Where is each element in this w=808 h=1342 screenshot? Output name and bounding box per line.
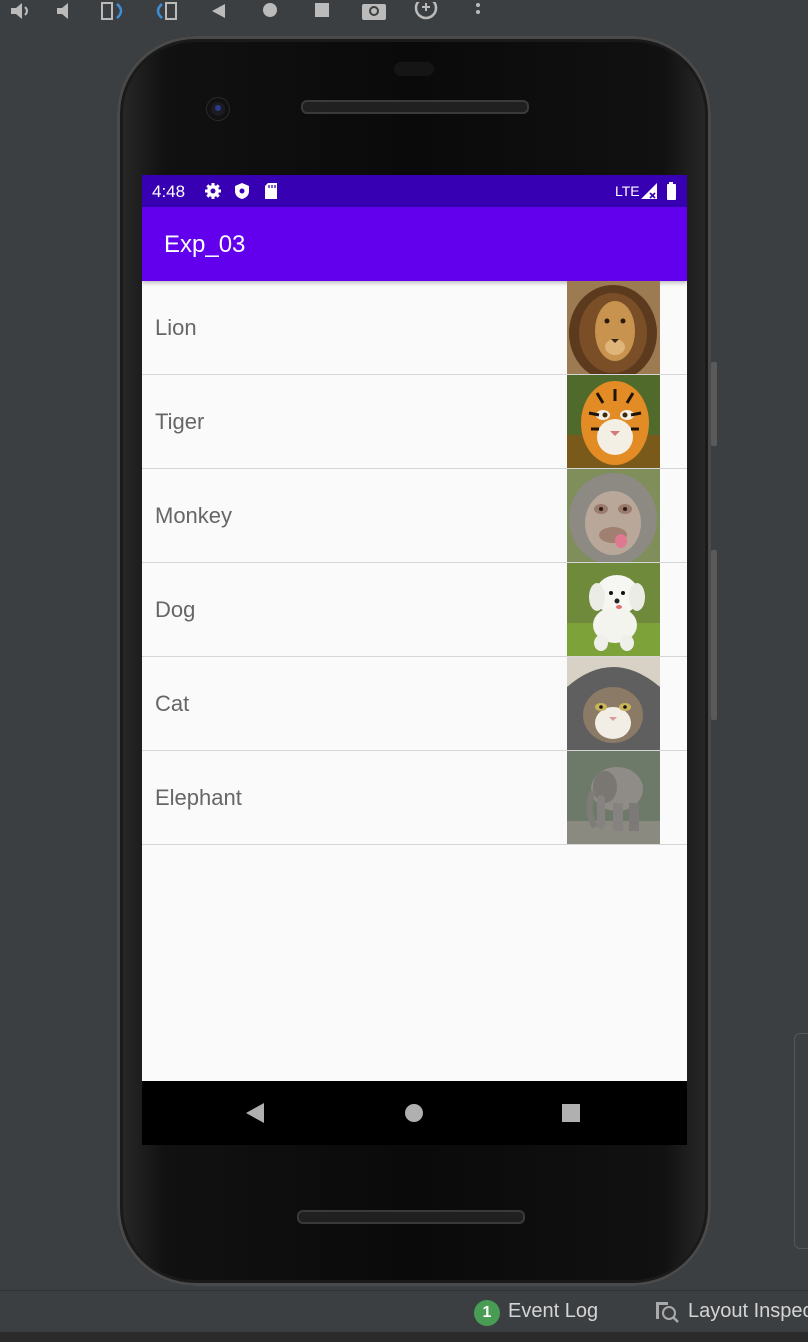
settings-icon bbox=[205, 183, 221, 199]
network-type: LTE bbox=[615, 183, 640, 199]
app-title: Exp_03 bbox=[164, 231, 246, 258]
power-button bbox=[711, 362, 717, 446]
rotate-right-icon[interactable] bbox=[152, 0, 180, 22]
back-triangle-icon[interactable] bbox=[239, 1097, 271, 1129]
layout-inspector-icon[interactable] bbox=[654, 1300, 680, 1324]
list-item[interactable]: Dog bbox=[142, 563, 687, 657]
home-icon[interactable] bbox=[256, 0, 284, 22]
front-camera-icon bbox=[207, 98, 229, 120]
event-count-badge[interactable]: 1 bbox=[474, 1300, 500, 1326]
list-item-label: Dog bbox=[155, 597, 196, 622]
volume-down-icon[interactable] bbox=[52, 0, 80, 22]
ide-status-strip: 1 Event Log Layout Inspector bbox=[0, 1290, 808, 1333]
screenshot-icon[interactable] bbox=[360, 0, 388, 22]
list-item-label: Cat bbox=[155, 691, 190, 716]
proximity-sensor bbox=[394, 62, 434, 76]
status-bar: 4:48 LTE bbox=[142, 175, 687, 207]
sd-card-icon bbox=[265, 183, 277, 199]
list-item[interactable]: Cat bbox=[142, 657, 687, 751]
shield-icon bbox=[235, 183, 249, 199]
list-item-label: Tiger bbox=[155, 409, 205, 434]
monkey-image bbox=[567, 469, 660, 562]
animal-list[interactable]: Lion Tiger Monkey Dog Cat Elephant bbox=[142, 281, 687, 845]
battery-icon bbox=[667, 182, 676, 200]
emulator-toolbar bbox=[0, 0, 808, 32]
volume-rocker bbox=[711, 550, 717, 720]
list-item[interactable]: Monkey bbox=[142, 469, 687, 563]
bottom-speaker bbox=[297, 1210, 525, 1224]
panel-resize-handle[interactable] bbox=[794, 1033, 808, 1249]
dog-image bbox=[567, 563, 660, 656]
list-item[interactable]: Lion bbox=[142, 281, 687, 375]
phone-frame: 4:48 LTE Exp_03 Lion Tiger Monkey Dog Ca… bbox=[117, 36, 717, 1286]
app-bar: Exp_03 bbox=[142, 207, 687, 281]
back-icon[interactable] bbox=[204, 0, 232, 22]
zoom-icon[interactable] bbox=[412, 0, 440, 22]
layout-inspector-tab[interactable]: Layout Inspector bbox=[688, 1300, 808, 1323]
list-item-label: Elephant bbox=[155, 785, 242, 810]
more-icon[interactable] bbox=[464, 0, 492, 22]
volume-up-icon[interactable] bbox=[8, 0, 36, 22]
list-item-label: Monkey bbox=[155, 503, 233, 528]
list-item-label: Lion bbox=[155, 315, 197, 340]
cat-image bbox=[567, 657, 660, 750]
navigation-bar bbox=[142, 1081, 687, 1145]
list-item[interactable]: Elephant bbox=[142, 751, 687, 845]
recents-square-icon[interactable] bbox=[555, 1097, 587, 1129]
home-circle-icon[interactable] bbox=[398, 1097, 430, 1129]
ide-footer bbox=[0, 1332, 808, 1342]
status-time: 4:48 bbox=[152, 182, 186, 201]
signal-icon bbox=[641, 183, 657, 199]
rotate-left-icon[interactable] bbox=[100, 0, 128, 22]
device-screen: 4:48 LTE Exp_03 Lion Tiger Monkey Dog Ca… bbox=[142, 175, 687, 1081]
overview-icon[interactable] bbox=[308, 0, 336, 22]
tiger-image bbox=[567, 375, 660, 468]
elephant-image bbox=[567, 751, 660, 844]
list-item[interactable]: Tiger bbox=[142, 375, 687, 469]
earpiece-speaker bbox=[301, 100, 529, 114]
event-log-tab[interactable]: Event Log bbox=[508, 1300, 598, 1323]
lion-image bbox=[567, 281, 660, 374]
